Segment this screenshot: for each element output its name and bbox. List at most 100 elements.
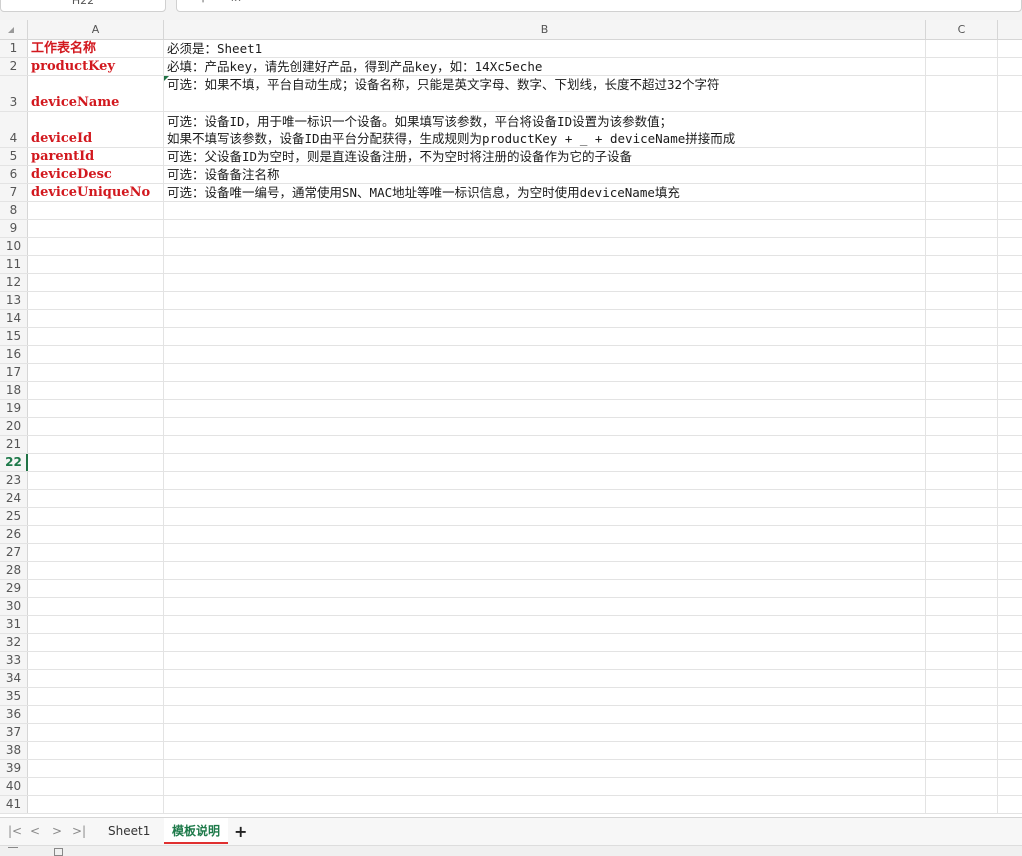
cell-b10[interactable]: [164, 238, 926, 255]
row-header[interactable]: 33: [0, 652, 28, 669]
row-header[interactable]: 6: [0, 166, 28, 183]
formula-input[interactable]: ⚲ fx: [176, 0, 1022, 12]
cell-c17[interactable]: [926, 364, 998, 381]
cell-b12[interactable]: [164, 274, 926, 291]
cell-d38[interactable]: [998, 742, 1022, 759]
row-header[interactable]: 26: [0, 526, 28, 543]
row-header[interactable]: 30: [0, 598, 28, 615]
cell-c15[interactable]: [926, 328, 998, 345]
cell-d31[interactable]: [998, 616, 1022, 633]
cell-d34[interactable]: [998, 670, 1022, 687]
cell-c6[interactable]: [926, 166, 998, 183]
cell-c2[interactable]: [926, 58, 998, 75]
row-header[interactable]: 28: [0, 562, 28, 579]
cell-c14[interactable]: [926, 310, 998, 327]
row-header[interactable]: 17: [0, 364, 28, 381]
cell-c18[interactable]: [926, 382, 998, 399]
cell-c12[interactable]: [926, 274, 998, 291]
cell-b29[interactable]: [164, 580, 926, 597]
row-header[interactable]: 1: [0, 40, 28, 57]
cell-b33[interactable]: [164, 652, 926, 669]
cell-a17[interactable]: [28, 364, 164, 381]
cell-d25[interactable]: [998, 508, 1022, 525]
cell-d24[interactable]: [998, 490, 1022, 507]
cell-c22[interactable]: [926, 454, 998, 471]
cell-d11[interactable]: [998, 256, 1022, 273]
cell-d33[interactable]: [998, 652, 1022, 669]
cell-a30[interactable]: [28, 598, 164, 615]
cell-a4[interactable]: deviceId: [28, 112, 164, 147]
row-header[interactable]: 2: [0, 58, 28, 75]
cell-a12[interactable]: [28, 274, 164, 291]
cell-b2[interactable]: 必填：产品key，请先创建好产品，得到产品key，如：14Xc5eche: [164, 58, 926, 75]
row-header[interactable]: 10: [0, 238, 28, 255]
fx-icon[interactable]: fx: [231, 0, 241, 4]
cell-d18[interactable]: [998, 382, 1022, 399]
row-header[interactable]: 22: [0, 454, 28, 471]
cell-c16[interactable]: [926, 346, 998, 363]
cell-c26[interactable]: [926, 526, 998, 543]
tab-sheet1[interactable]: Sheet1: [100, 818, 158, 844]
cell-b26[interactable]: [164, 526, 926, 543]
cell-b27[interactable]: [164, 544, 926, 561]
cell-b28[interactable]: [164, 562, 926, 579]
cell-d41[interactable]: [998, 796, 1022, 813]
row-header[interactable]: 31: [0, 616, 28, 633]
add-sheet-button[interactable]: +: [234, 822, 247, 841]
cell-a35[interactable]: [28, 688, 164, 705]
row-header[interactable]: 4: [0, 112, 28, 147]
cell-d13[interactable]: [998, 292, 1022, 309]
cell-a39[interactable]: [28, 760, 164, 777]
cell-c20[interactable]: [926, 418, 998, 435]
cell-b8[interactable]: [164, 202, 926, 219]
cell-c7[interactable]: [926, 184, 998, 201]
cell-a34[interactable]: [28, 670, 164, 687]
cell-c19[interactable]: [926, 400, 998, 417]
cell-d21[interactable]: [998, 436, 1022, 453]
cell-a37[interactable]: [28, 724, 164, 741]
tab-template-description[interactable]: 模板说明: [164, 818, 229, 844]
row-header[interactable]: 21: [0, 436, 28, 453]
cell-d15[interactable]: [998, 328, 1022, 345]
cell-c30[interactable]: [926, 598, 998, 615]
row-header[interactable]: 23: [0, 472, 28, 489]
cell-b35[interactable]: [164, 688, 926, 705]
cell-a11[interactable]: [28, 256, 164, 273]
cell-d8[interactable]: [998, 202, 1022, 219]
row-header[interactable]: 14: [0, 310, 28, 327]
cell-b23[interactable]: [164, 472, 926, 489]
cell-d30[interactable]: [998, 598, 1022, 615]
cell-d5[interactable]: [998, 148, 1022, 165]
cell-d6[interactable]: [998, 166, 1022, 183]
cell-a28[interactable]: [28, 562, 164, 579]
cell-d10[interactable]: [998, 238, 1022, 255]
cell-a23[interactable]: [28, 472, 164, 489]
cell-b31[interactable]: [164, 616, 926, 633]
cell-c4[interactable]: [926, 112, 998, 147]
cell-d3[interactable]: [998, 76, 1022, 111]
cell-d37[interactable]: [998, 724, 1022, 741]
cell-c35[interactable]: [926, 688, 998, 705]
cell-c9[interactable]: [926, 220, 998, 237]
cell-c33[interactable]: [926, 652, 998, 669]
cell-a31[interactable]: [28, 616, 164, 633]
row-header[interactable]: 13: [0, 292, 28, 309]
row-header[interactable]: 8: [0, 202, 28, 219]
row-header[interactable]: 38: [0, 742, 28, 759]
cell-d40[interactable]: [998, 778, 1022, 795]
cell-b9[interactable]: [164, 220, 926, 237]
row-header[interactable]: 25: [0, 508, 28, 525]
cell-d19[interactable]: [998, 400, 1022, 417]
row-header[interactable]: 20: [0, 418, 28, 435]
cell-c41[interactable]: [926, 796, 998, 813]
cell-b7[interactable]: 可选：设备唯一编号，通常使用SN、MAC地址等唯一标识信息，为空时使用devic…: [164, 184, 926, 201]
cell-b25[interactable]: [164, 508, 926, 525]
cell-c29[interactable]: [926, 580, 998, 597]
cell-a27[interactable]: [28, 544, 164, 561]
cell-c25[interactable]: [926, 508, 998, 525]
next-sheet-icon[interactable]: >: [52, 824, 62, 838]
row-header[interactable]: 39: [0, 760, 28, 777]
cell-a15[interactable]: [28, 328, 164, 345]
cell-c27[interactable]: [926, 544, 998, 561]
row-header[interactable]: 11: [0, 256, 28, 273]
